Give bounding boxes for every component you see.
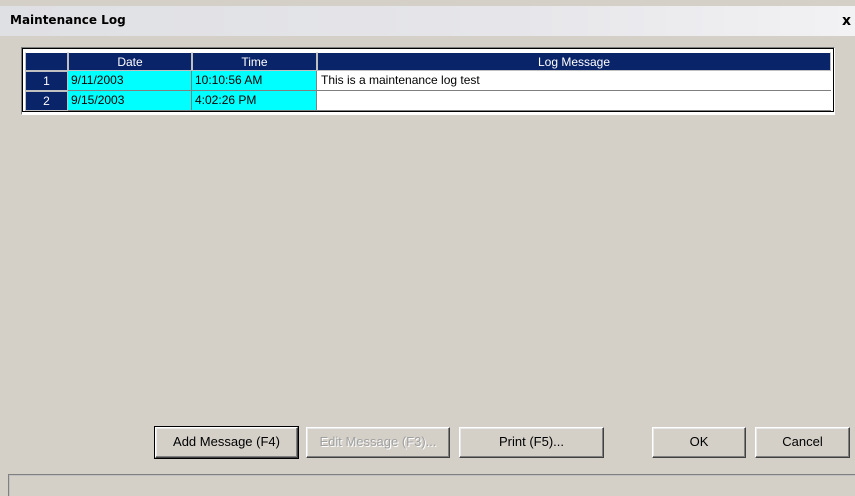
message-cell[interactable]: This is a maintenance log test: [317, 71, 831, 91]
cancel-button[interactable]: Cancel: [755, 427, 850, 458]
title-bar[interactable]: Maintenance Log x: [0, 6, 855, 36]
time-column-header[interactable]: Time: [192, 52, 317, 71]
grid-corner-header[interactable]: [25, 52, 68, 71]
date-cell[interactable]: 9/11/2003: [68, 71, 192, 91]
status-bar: [8, 474, 855, 496]
print-button[interactable]: Print (F5)...: [459, 427, 604, 458]
date-column-header[interactable]: Date: [68, 52, 192, 71]
log-grid[interactable]: Date Time Log Message 1 9/11/2003 10:10:…: [22, 48, 834, 112]
table-row[interactable]: 1 9/11/2003 10:10:56 AM This is a mainte…: [23, 71, 833, 91]
close-icon[interactable]: x: [838, 12, 855, 30]
grid-header-row: Date Time Log Message: [23, 52, 833, 71]
log-message-column-header[interactable]: Log Message: [317, 52, 831, 71]
maintenance-log-dialog: Maintenance Log x Date Time Log Message …: [0, 0, 855, 496]
ok-button[interactable]: OK: [652, 427, 746, 458]
log-grid-frame: Date Time Log Message 1 9/11/2003 10:10:…: [21, 47, 835, 115]
table-row[interactable]: 2 9/15/2003 4:02:26 PM: [23, 91, 833, 111]
time-cell[interactable]: 4:02:26 PM: [192, 91, 317, 111]
row-number[interactable]: 1: [25, 71, 68, 91]
window-title: Maintenance Log: [10, 13, 126, 27]
edit-message-button[interactable]: Edit Message (F3)...: [306, 427, 450, 458]
row-number[interactable]: 2: [25, 91, 68, 111]
time-cell[interactable]: 10:10:56 AM: [192, 71, 317, 91]
add-message-button[interactable]: Add Message (F4): [154, 426, 299, 459]
date-cell[interactable]: 9/15/2003: [68, 91, 192, 111]
message-cell[interactable]: [317, 91, 831, 111]
